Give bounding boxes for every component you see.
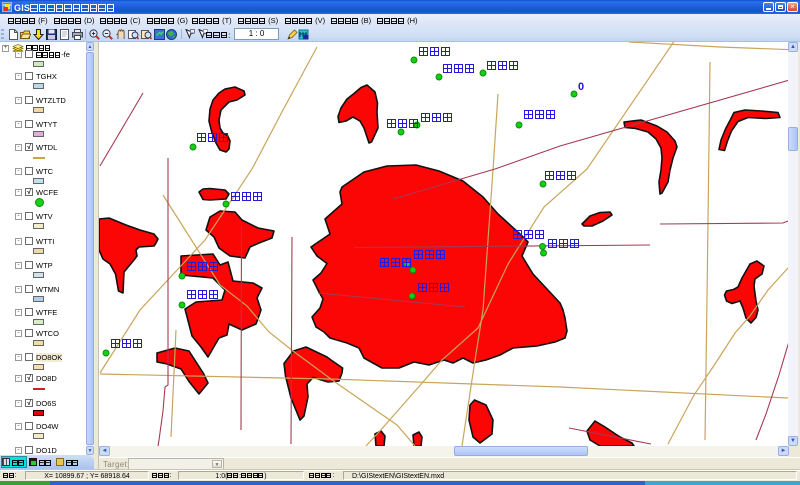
svg-text:0: 0	[578, 81, 584, 93]
